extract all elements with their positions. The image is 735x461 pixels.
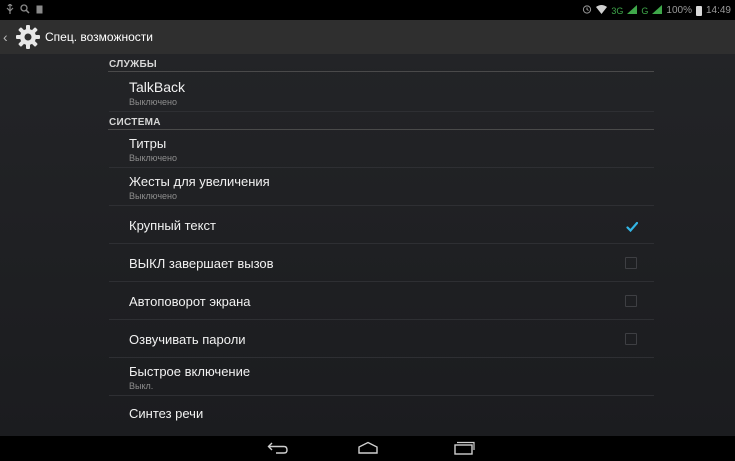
item-summary: Выключено (129, 153, 177, 163)
network-g-label: G (641, 5, 649, 16)
section-header-system: СИСТЕМА (108, 112, 654, 130)
list-item-auto-rotate[interactable]: Автоповорот экрана (109, 282, 654, 320)
battery-percent: 100% (666, 5, 692, 16)
item-title: Жесты для увеличения (129, 174, 270, 189)
notification-icon (36, 5, 43, 18)
speak-passwords-checkbox[interactable] (625, 332, 637, 345)
gear-icon[interactable] (13, 22, 43, 52)
status-notifications (6, 3, 43, 18)
item-summary: Выкл. (129, 381, 154, 391)
list-item-captions[interactable]: Титры Выключено (109, 130, 654, 168)
recents-icon[interactable] (449, 437, 479, 459)
item-title: TalkBack (129, 79, 186, 95)
item-summary: Выключено (129, 97, 177, 107)
list-item-magnification-gestures[interactable]: Жесты для увеличения Выключено (109, 168, 654, 206)
list-item-accessibility-shortcut[interactable]: Быстрое включение Выкл. (109, 358, 654, 396)
usb-icon (6, 3, 14, 18)
search-icon (20, 4, 30, 18)
settings-list: СЛУЖБЫ TalkBack Выключено СИСТЕМА Титры … (108, 54, 654, 432)
page-title: Спец. возможности (45, 30, 153, 44)
item-title: Титры (129, 136, 167, 151)
settings-content: СЛУЖБЫ TalkBack Выключено СИСТЕМА Титры … (0, 54, 735, 436)
item-summary: Выключено (129, 191, 177, 201)
status-bar: 3G G 100% 14:49 (0, 0, 735, 20)
item-title: Крупный текст (129, 218, 216, 233)
home-icon[interactable] (353, 437, 383, 459)
status-system-icons: 3G G 100% 14:49 (582, 4, 731, 17)
auto-rotate-checkbox[interactable] (625, 294, 637, 307)
power-ends-call-checkbox[interactable] (625, 256, 637, 269)
navigation-bar (0, 436, 735, 461)
list-item-speak-passwords[interactable]: Озвучивать пароли (109, 320, 654, 358)
section-header-services: СЛУЖБЫ (108, 54, 654, 72)
up-caret-icon[interactable]: ‹ (3, 29, 11, 45)
list-item-talkback[interactable]: TalkBack Выключено (109, 72, 654, 112)
battery-icon (695, 5, 702, 16)
item-title: Озвучивать пароли (129, 332, 246, 347)
alarm-icon (582, 4, 592, 17)
item-title: Быстрое включение (129, 364, 251, 379)
action-bar: ‹ Спец. возможности (0, 20, 735, 54)
checkmark-icon (626, 221, 639, 232)
list-item-power-ends-call[interactable]: ВЫКЛ завершает вызов (109, 244, 654, 282)
signal-icon (627, 4, 638, 17)
list-item-large-text[interactable]: Крупный текст (109, 206, 654, 244)
item-title: Автоповорот экрана (129, 294, 251, 309)
item-title: Синтез речи (129, 406, 204, 421)
list-item-text-to-speech[interactable]: Синтез речи (109, 396, 654, 432)
back-icon[interactable] (263, 437, 293, 459)
status-time: 14:49 (705, 5, 731, 16)
signal-icon-2 (652, 4, 663, 17)
network-type-label: 3G (611, 5, 624, 16)
wifi-icon (596, 4, 608, 17)
item-title: ВЫКЛ завершает вызов (129, 256, 274, 271)
large-text-checkbox[interactable] (625, 219, 639, 232)
